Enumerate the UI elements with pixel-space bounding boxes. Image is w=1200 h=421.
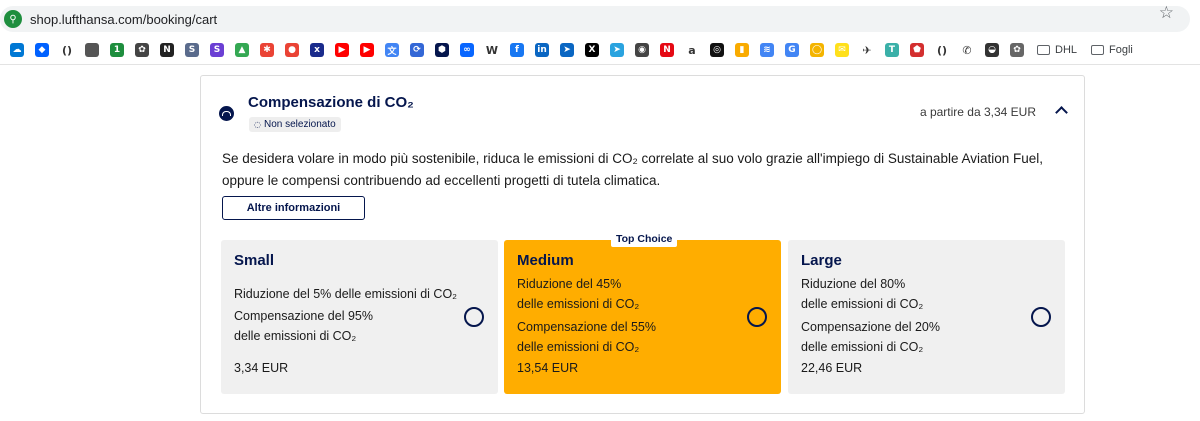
top-choice-badge: Top Choice: [611, 231, 678, 247]
x-icon[interactable]: X: [585, 43, 599, 57]
address-bar-area: ⚲ shop.lufthansa.com/booking/cart ☆: [0, 0, 1200, 36]
option-line: delle emissioni di CO₂: [517, 340, 640, 354]
apple-icon[interactable]: [85, 43, 99, 57]
pinwheel-icon[interactable]: ✱: [260, 43, 274, 57]
option-line: Compensazione del 95%: [234, 309, 373, 323]
option-price: 3,34 EUR: [234, 361, 289, 375]
google-icon[interactable]: G: [785, 43, 799, 57]
green-badge-icon[interactable]: 1: [110, 43, 124, 57]
amazon-icon[interactable]: a: [685, 43, 699, 57]
code-brackets-icon[interactable]: (): [60, 43, 74, 57]
dropbox-icon[interactable]: ◆: [35, 43, 49, 57]
toolbar-divider: [0, 64, 1200, 65]
xe-icon[interactable]: x: [310, 43, 324, 57]
maps-pin-icon[interactable]: ●: [285, 43, 299, 57]
card-title: Compensazione di CO₂: [248, 94, 414, 111]
status-dot-icon: ◌: [254, 120, 261, 129]
telegram-icon[interactable]: ➤: [610, 43, 624, 57]
folder-icon: [1091, 45, 1105, 55]
option-title: Medium: [517, 252, 574, 269]
option-radio[interactable]: [747, 307, 767, 327]
meta-icon[interactable]: ∞: [460, 43, 474, 57]
owl-icon[interactable]: ◉: [635, 43, 649, 57]
status-text: Non selezionato: [263, 119, 336, 130]
option-radio[interactable]: [1031, 307, 1051, 327]
onedrive-icon[interactable]: ☁: [10, 43, 24, 57]
price-from: a partire da 3,34 EUR: [919, 105, 1036, 119]
option-line: delle emissioni di CO₂: [801, 340, 924, 354]
folder-label: DHL: [1055, 44, 1078, 56]
option-title: Small: [234, 252, 275, 269]
hexagon-icon[interactable]: ⬢: [435, 43, 449, 57]
bookmark-folder[interactable]: DHL: [1037, 44, 1077, 56]
t-icon[interactable]: T: [885, 43, 899, 57]
bookmark-star-icon[interactable]: ☆: [1159, 3, 1174, 23]
option-line: Compensazione del 55%: [517, 320, 656, 334]
option-large[interactable]: Large Riduzione del 80% delle emissioni …: [788, 240, 1065, 394]
option-line: Riduzione del 45%: [517, 277, 622, 291]
chevron-up-icon[interactable]: [1054, 103, 1068, 117]
site-info-icon[interactable]: ⚲: [4, 10, 22, 28]
youtube-icon[interactable]: ▶: [335, 43, 349, 57]
translate-icon[interactable]: 文: [385, 43, 399, 57]
google-drive-icon[interactable]: ▲: [235, 43, 249, 57]
description-text: Se desidera volare in modo più sostenibi…: [222, 151, 1044, 188]
chatgpt-icon[interactable]: ◎: [710, 43, 724, 57]
netflix-icon[interactable]: N: [660, 43, 674, 57]
location-icon[interactable]: ⬟: [910, 43, 924, 57]
option-medium[interactable]: Top Choice Medium Riduzione del 45% dell…: [504, 231, 781, 394]
url-text[interactable]: shop.lufthansa.com/booking/cart: [30, 12, 217, 27]
purple-s-icon[interactable]: S: [210, 43, 224, 57]
bookmark-s-icon[interactable]: S: [185, 43, 199, 57]
bookmark-folder[interactable]: Fogli: [1091, 44, 1133, 56]
bookmarks-bar: ☁ ◆() 1 ✿ N S S ▲ ✱ ● x ▶ ▶ 文 ⟳ ⬢ ∞ Wf in ➤ X ➤ ◉ Na ◎ ▮ ≋ G ◯ ✉ ✈ T ⬟()…: [0, 38, 1200, 62]
option-price: 13,54 EUR: [517, 361, 579, 375]
option-radio[interactable]: [464, 307, 484, 327]
linkedin-icon[interactable]: in: [535, 43, 549, 57]
folder-label: Fogli: [1109, 44, 1133, 56]
co2-compensation-card: Compensazione di CO₂ ◌ Non selezionato a…: [200, 75, 1085, 414]
option-price: 22,46 EUR: [801, 361, 863, 375]
facebook-icon[interactable]: f: [510, 43, 524, 57]
sync-icon[interactable]: ⟳: [410, 43, 424, 57]
option-title: Large: [801, 252, 842, 269]
airplane-icon[interactable]: ✈: [860, 43, 874, 57]
option-line: delle emissioni di CO₂: [234, 329, 357, 343]
analytics-icon[interactable]: ▮: [735, 43, 749, 57]
option-small[interactable]: Small Riduzione del 5% delle emissioni d…: [221, 240, 498, 394]
folder-icon: [1037, 45, 1050, 55]
youtube-icon-2[interactable]: ▶: [360, 43, 374, 57]
option-line: delle emissioni di CO₂: [801, 297, 924, 311]
notion-icon[interactable]: N: [160, 43, 174, 57]
option-line: Compensazione del 20%: [801, 320, 940, 334]
code-brackets-icon-2[interactable]: (): [935, 43, 949, 57]
openai-icon-2[interactable]: ✿: [1010, 43, 1024, 57]
compass-icon[interactable]: ➤: [560, 43, 574, 57]
phone-icon[interactable]: ✆: [960, 43, 974, 57]
openai-icon[interactable]: ✿: [135, 43, 149, 57]
wifi-icon[interactable]: ≋: [760, 43, 774, 57]
mask-icon[interactable]: ◒: [985, 43, 999, 57]
ring-icon[interactable]: ◯: [810, 43, 824, 57]
co2-leaf-icon: [219, 106, 234, 121]
wikipedia-icon[interactable]: W: [485, 43, 499, 57]
option-line: delle emissioni di CO₂: [517, 297, 640, 311]
option-line: Riduzione del 80%: [801, 277, 906, 291]
status-badge: ◌ Non selezionato: [249, 117, 341, 132]
mailchimp-icon[interactable]: ✉: [835, 43, 849, 57]
option-line: Riduzione del 5% delle emissioni di CO₂: [234, 287, 458, 301]
address-bar[interactable]: ⚲ shop.lufthansa.com/booking/cart: [0, 6, 1190, 32]
more-info-button[interactable]: Altre informazioni: [222, 196, 365, 220]
